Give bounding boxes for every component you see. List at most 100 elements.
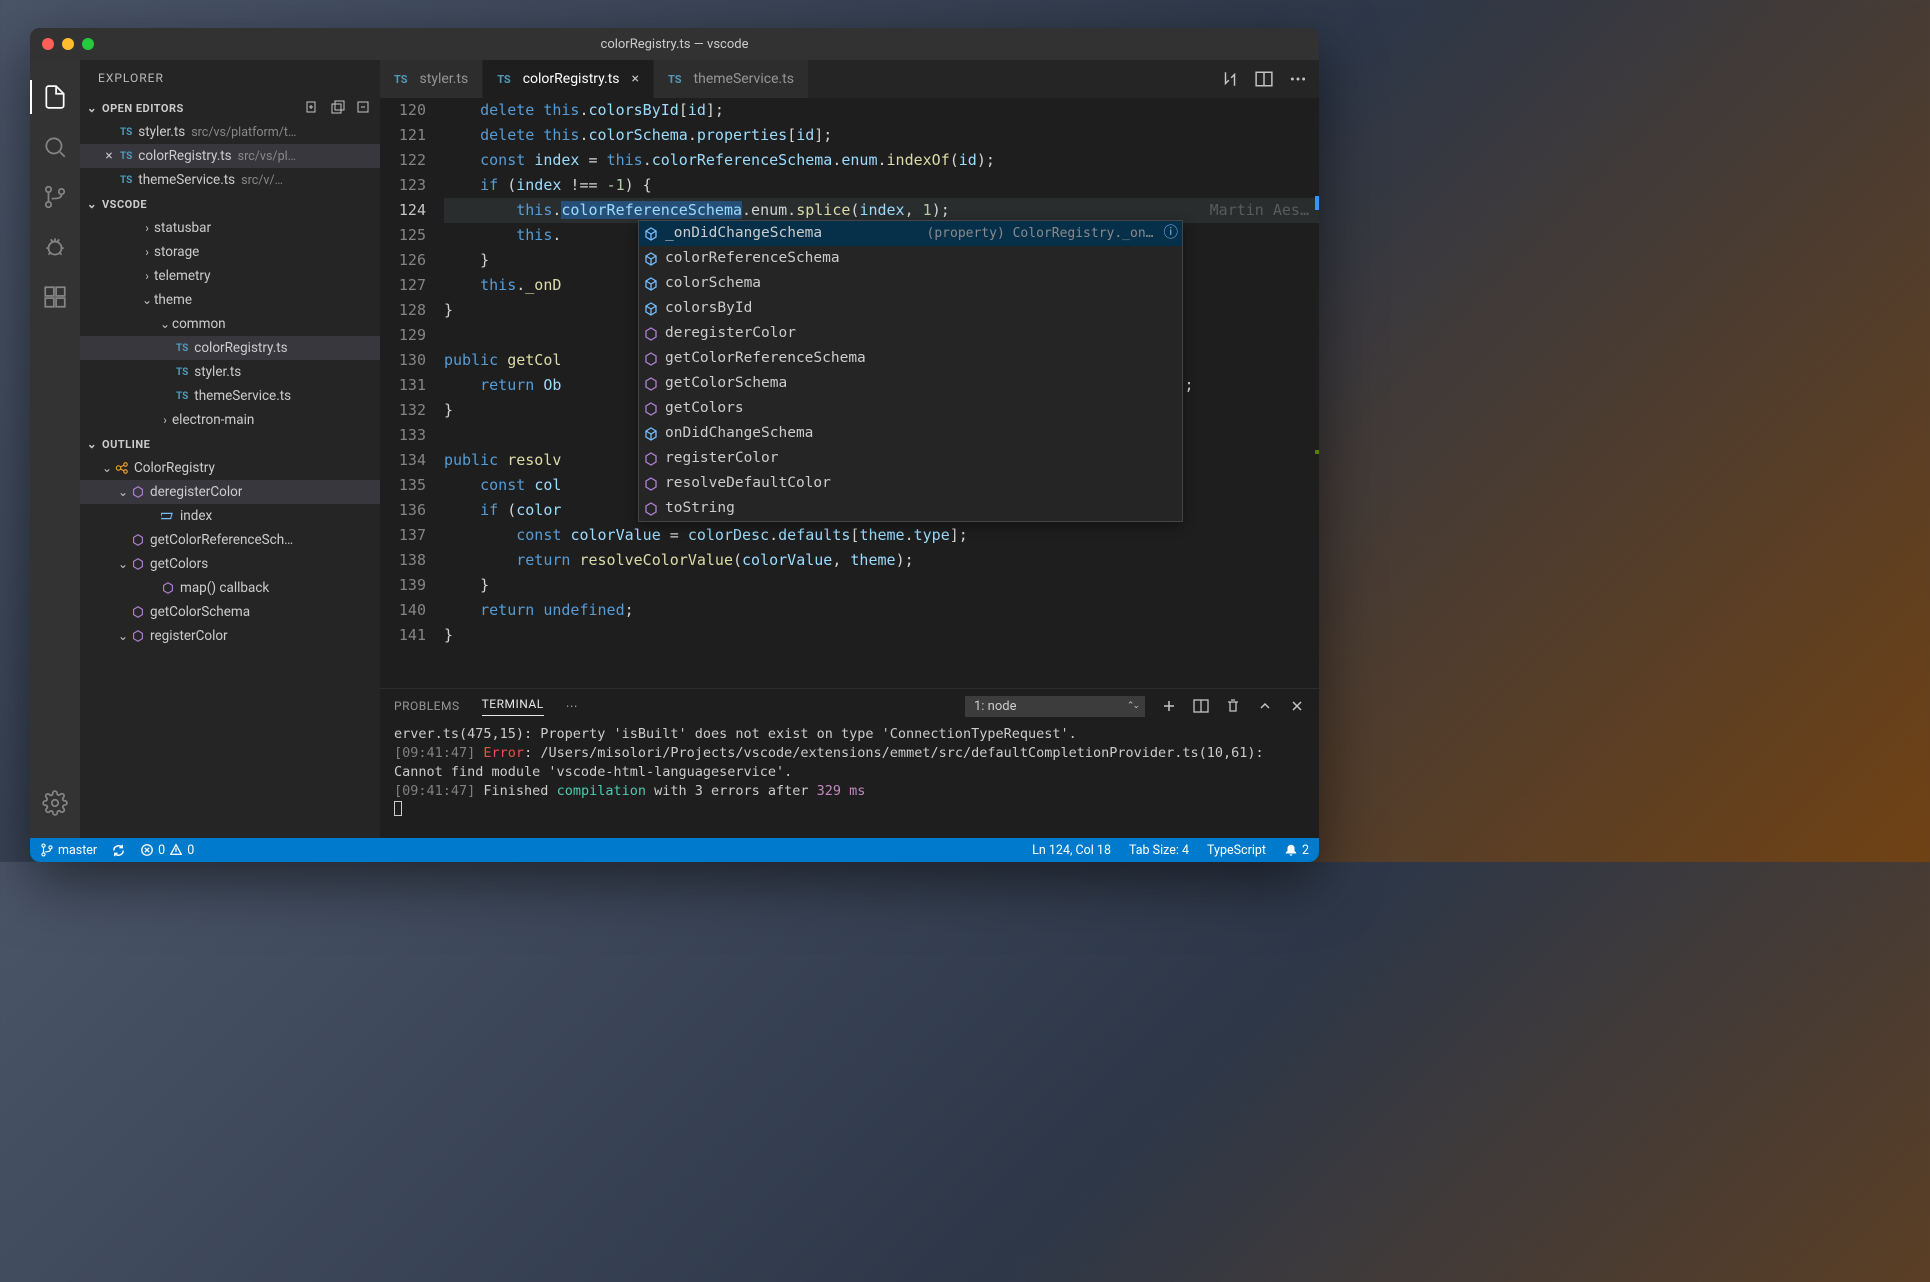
outline-item[interactable]: map() callback (80, 576, 380, 600)
folder-item[interactable]: ›electron-main (80, 408, 380, 432)
activity-settings[interactable] (30, 778, 80, 828)
maximize-window-button[interactable] (82, 38, 94, 50)
outline-item[interactable]: ⌄ColorRegistry (80, 456, 380, 480)
open-editor-item[interactable]: TSthemeService.tssrc/v/… (80, 168, 380, 192)
suggest-item[interactable]: getColorSchema (639, 371, 1182, 396)
code-line[interactable]: return undefined; (444, 598, 1319, 623)
suggest-item[interactable]: colorsById (639, 296, 1182, 321)
terminal-output[interactable]: erver.ts(475,15): Property 'isBuilt' doe… (380, 723, 1319, 838)
info-icon[interactable]: ⓘ (1164, 221, 1179, 246)
suggest-detail: (property) ColorRegistry._on… (927, 221, 1154, 246)
property-icon (643, 276, 659, 292)
chevron-icon: ⌄ (116, 629, 130, 643)
code-line[interactable]: } (444, 573, 1319, 598)
status-notifications[interactable]: 2 (1284, 843, 1309, 858)
chevron-icon: › (140, 221, 154, 235)
status-language[interactable]: TypeScript (1207, 843, 1266, 858)
chevron-up-icon[interactable] (1257, 698, 1273, 714)
file-tree: ›statusbar›storage›telemetry⌄theme⌄commo… (80, 216, 380, 432)
editor-tab[interactable]: TSthemeService.ts (654, 60, 809, 98)
folder-item[interactable]: ›telemetry (80, 264, 380, 288)
suggest-label: getColors (665, 396, 744, 421)
code-line[interactable]: } (444, 623, 1319, 648)
close-tab-icon[interactable]: × (632, 71, 639, 87)
suggest-item[interactable]: deregisterColor (639, 321, 1182, 346)
close-icon[interactable]: × (102, 148, 116, 164)
suggest-item[interactable]: _onDidChangeSchema(property) ColorRegist… (639, 221, 1182, 246)
new-terminal-icon[interactable] (1161, 698, 1177, 714)
suggest-item[interactable]: getColors (639, 396, 1182, 421)
section-label: OPEN EDITORS (102, 102, 184, 115)
open-editor-item[interactable]: ×TScolorRegistry.tssrc/vs/pl… (80, 144, 380, 168)
status-lncol[interactable]: Ln 124, Col 18 (1032, 843, 1111, 858)
activity-extensions[interactable] (30, 272, 80, 322)
terminal-select[interactable]: 1: node (965, 696, 1145, 717)
outline-item[interactable]: getColorSchema (80, 600, 380, 624)
status-problems[interactable]: 0 0 (140, 843, 194, 858)
folder-item[interactable]: ›statusbar (80, 216, 380, 240)
activity-explorer[interactable] (30, 72, 80, 122)
suggest-widget[interactable]: _onDidChangeSchema(property) ColorRegist… (638, 220, 1183, 522)
folder-item[interactable]: ⌄common (80, 312, 380, 336)
suggest-item[interactable]: onDidChangeSchema (639, 421, 1182, 446)
editor-tab[interactable]: TScolorRegistry.ts× (483, 60, 654, 98)
save-all-icon[interactable] (330, 100, 346, 116)
close-window-button[interactable] (42, 38, 54, 50)
branch-icon (42, 184, 68, 210)
suggest-item[interactable]: getColorReferenceSchema (639, 346, 1182, 371)
suggest-item[interactable]: toString (639, 496, 1182, 521)
method-icon (643, 326, 659, 342)
outline-item[interactable]: ⌄registerColor (80, 624, 380, 648)
panel-tabs: PROBLEMS TERMINAL ⋯ 1: node (380, 689, 1319, 723)
symbol-name: getColorSchema (150, 604, 250, 620)
outline-item[interactable]: ⌄deregisterColor (80, 480, 380, 504)
code-line[interactable]: const colorValue = colorDesc.defaults[th… (444, 523, 1319, 548)
method-icon (643, 351, 659, 367)
split-terminal-icon[interactable] (1193, 698, 1209, 714)
split-editor-icon[interactable] (1255, 70, 1273, 88)
activity-search[interactable] (30, 122, 80, 172)
section-workspace[interactable]: ⌄ VSCODE (80, 192, 380, 216)
activity-scm[interactable] (30, 172, 80, 222)
minimize-window-button[interactable] (62, 38, 74, 50)
status-branch[interactable]: master (40, 843, 97, 858)
outline-item[interactable]: index (80, 504, 380, 528)
status-sync[interactable] (111, 843, 126, 858)
compare-changes-icon[interactable] (1221, 70, 1239, 88)
outline-item[interactable]: ⌄getColors (80, 552, 380, 576)
outline-item[interactable]: getColorReferenceSch… (80, 528, 380, 552)
suggest-item[interactable]: colorReferenceSchema (639, 246, 1182, 271)
code-line[interactable]: delete this.colorsById[id]; (444, 98, 1319, 123)
more-actions-icon[interactable] (1289, 70, 1307, 88)
suggest-item[interactable]: colorSchema (639, 271, 1182, 296)
section-open-editors[interactable]: ⌄ OPEN EDITORS (80, 96, 380, 120)
open-editor-item[interactable]: TSstyler.tssrc/vs/platform/t… (80, 120, 380, 144)
editor-content[interactable]: 1201211221231241251261271281291301311321… (380, 98, 1319, 688)
panel-tab-problems[interactable]: PROBLEMS (394, 699, 460, 713)
section-outline[interactable]: ⌄ OUTLINE (80, 432, 380, 456)
file-item[interactable]: TScolorRegistry.ts (80, 336, 380, 360)
panel-more-icon[interactable]: ⋯ (566, 699, 578, 713)
folder-item[interactable]: ⌄theme (80, 288, 380, 312)
code-line[interactable]: delete this.colorSchema.properties[id]; (444, 123, 1319, 148)
file-item[interactable]: TSthemeService.ts (80, 384, 380, 408)
editor-tab[interactable]: TSstyler.ts (380, 60, 483, 98)
suggest-item[interactable]: registerColor (639, 446, 1182, 471)
code-line[interactable]: const index = this.colorReferenceSchema.… (444, 148, 1319, 173)
panel-tab-terminal[interactable]: TERMINAL (482, 697, 544, 716)
collapse-all-icon[interactable] (356, 100, 372, 116)
status-tabsize[interactable]: Tab Size: 4 (1129, 843, 1189, 858)
activity-debug[interactable] (30, 222, 80, 272)
close-panel-icon[interactable] (1289, 698, 1305, 714)
variable-icon (160, 508, 176, 524)
suggest-item[interactable]: resolveDefaultColor (639, 471, 1182, 496)
code-line[interactable]: if (index !== -1) { (444, 173, 1319, 198)
trash-icon[interactable] (1225, 698, 1241, 714)
folder-item[interactable]: ›storage (80, 240, 380, 264)
item-label: theme (154, 292, 192, 308)
outline-tree: ⌄ColorRegistry⌄deregisterColorindexgetCo… (80, 456, 380, 838)
file-item[interactable]: TSstyler.ts (80, 360, 380, 384)
code-line[interactable]: return resolveColorValue(colorValue, the… (444, 548, 1319, 573)
overview-ruler[interactable] (1307, 98, 1319, 688)
new-file-icon[interactable] (304, 100, 320, 116)
